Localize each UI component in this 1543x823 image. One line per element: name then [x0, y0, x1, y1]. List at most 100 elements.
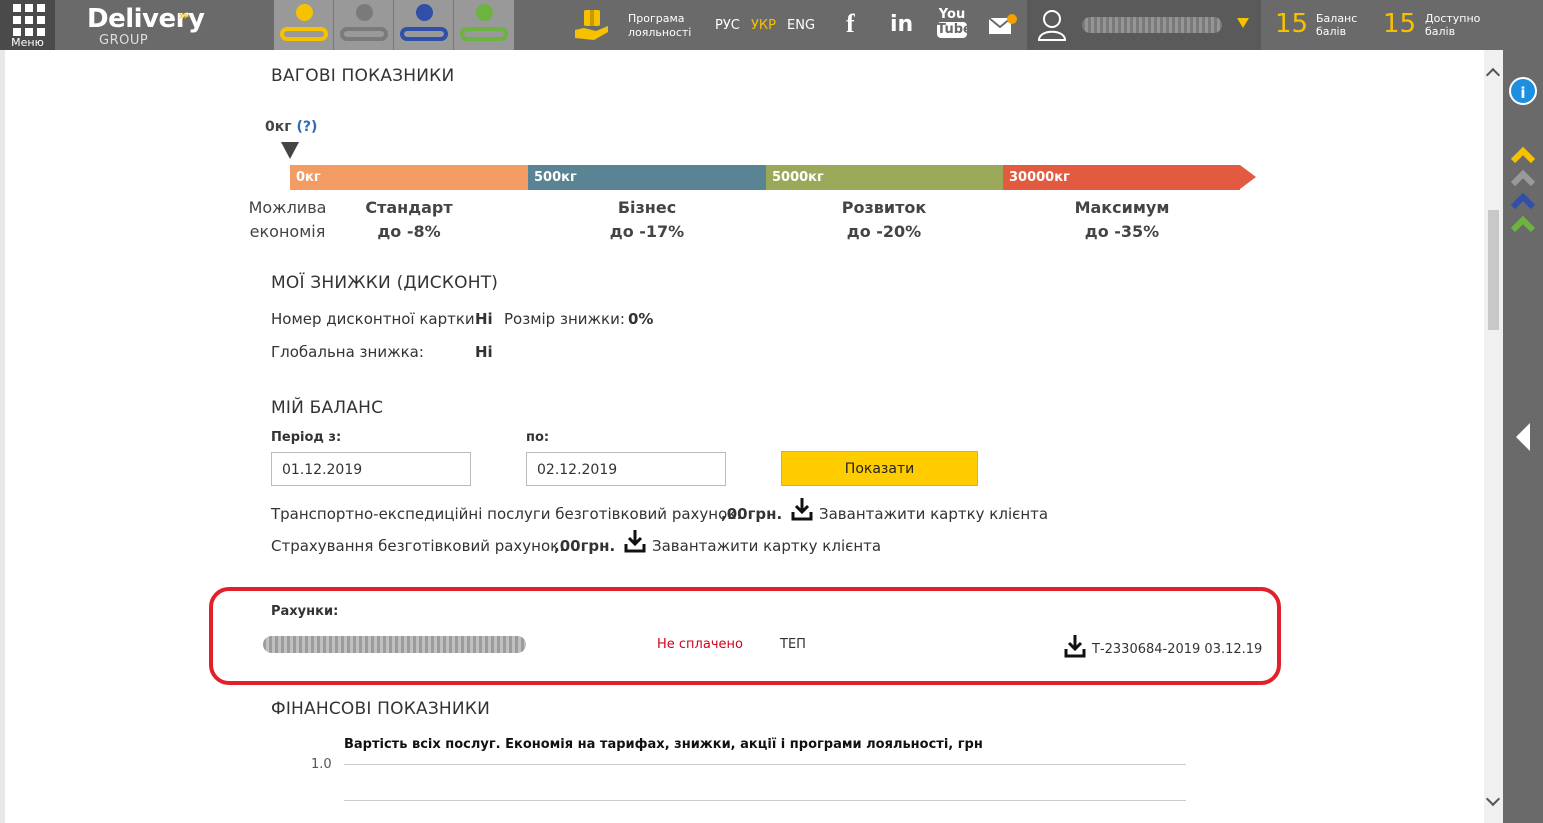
global-discount-label: Глобальна знижка: [271, 343, 424, 361]
current-weight: 0кг (?) [265, 119, 317, 135]
menu-label: Меню [11, 36, 44, 49]
show-button[interactable]: Показати [781, 451, 978, 486]
facebook-icon[interactable]: f [846, 9, 855, 39]
current-weight-value: 0кг [265, 119, 292, 135]
top-bar: Меню Delivery ››› GROUP Програма лояльно… [0, 0, 1543, 50]
tier-savings: Можлива економія [245, 196, 330, 244]
loyalty-program-link[interactable]: Програма лояльності [628, 12, 691, 40]
level-green-icon[interactable] [454, 0, 514, 50]
page-scrollbar[interactable] [1484, 50, 1503, 823]
tier-maximum: Максимум до -35% [1062, 196, 1182, 244]
period-from-input[interactable]: 01.12.2019 [271, 452, 471, 486]
level-blue-chevron-icon[interactable] [1511, 193, 1535, 209]
card-number-label: Номер дисконтної картки: [271, 310, 480, 328]
tier-standard-value: до -8% [377, 222, 441, 241]
page-root: Меню Delivery ››› GROUP Програма лояльно… [0, 0, 1543, 823]
level-blue-icon[interactable] [394, 0, 454, 50]
finance-title: ФІНАНСОВІ ПОКАЗНИКИ [271, 699, 491, 719]
user-avatar-icon [1037, 10, 1067, 41]
side-panel: i [1503, 50, 1543, 823]
balance-label-2: балів [1316, 25, 1347, 38]
insurance-account-label: Страхування безготівковий рахунок: [271, 537, 565, 555]
card-number-value: Ні [475, 310, 493, 328]
lang-en[interactable]: ENG [787, 18, 815, 33]
invoice-download-icon[interactable] [1064, 634, 1086, 658]
level-yellow-chevron-icon[interactable] [1511, 147, 1535, 163]
loyalty-line-1: Програма [628, 12, 685, 25]
weight-bar-arrow [1240, 165, 1256, 189]
period-from-label: Період з: [271, 430, 342, 445]
menu-button[interactable]: Меню [0, 0, 55, 50]
menu-grid-icon [13, 4, 45, 36]
finance-chart-title: Вартість всіх послуг. Економія на тарифа… [344, 737, 983, 752]
invoice-document-link[interactable]: Т-2330684-2019 03.12.19 [1092, 642, 1262, 657]
linkedin-icon[interactable]: in [890, 12, 913, 37]
download-client-card-link-1[interactable]: Завантажити картку клієнта [819, 505, 1048, 523]
download-icon[interactable] [624, 529, 646, 553]
invoice-number-redacted [263, 636, 526, 653]
weight-segment-5000: 5000кг [766, 165, 1003, 190]
collapse-panel-icon[interactable] [1516, 423, 1530, 451]
weight-segment-500: 500кг [528, 165, 766, 190]
weight-marker-icon [281, 142, 299, 159]
available-points: 15 [1383, 9, 1417, 39]
loyalty-levels[interactable] [274, 0, 514, 50]
insurance-account-value: ,00грн. [554, 537, 616, 555]
weights-title: ВАГОВІ ПОКАЗНИКИ [271, 66, 455, 86]
loyalty-line-2: лояльності [628, 26, 692, 39]
tier-development-value: до -20% [846, 222, 922, 241]
level-green-chevron-icon[interactable] [1511, 216, 1535, 232]
lang-uk[interactable]: УКР [751, 18, 776, 33]
user-menu[interactable] [1027, 0, 1261, 50]
period-to-input[interactable]: 02.12.2019 [526, 452, 726, 486]
download-icon[interactable] [791, 497, 813, 521]
download-client-card-link-2[interactable]: Завантажити картку клієнта [652, 537, 881, 555]
logo-chevrons-icon: ››› [178, 8, 189, 24]
tier-savings-name: Можлива [248, 198, 327, 217]
youtube-text-1: You [938, 7, 966, 22]
loyalty-hand-icon[interactable] [574, 8, 610, 42]
period-to-label: по: [526, 430, 550, 445]
invoice-type: ТЕП [780, 637, 806, 652]
user-dropdown-icon[interactable] [1237, 18, 1249, 28]
available-label: Доступно балів [1425, 12, 1480, 38]
level-grey-chevron-icon[interactable] [1511, 170, 1535, 186]
invoices-title: Рахунки: [271, 604, 339, 619]
left-edge [0, 50, 5, 823]
chart-grid-line [344, 800, 1186, 801]
scroll-up-icon[interactable] [1485, 67, 1501, 83]
weight-segment-30000: 30000кг [1003, 165, 1240, 190]
balance-label-1: Баланс [1316, 12, 1358, 25]
tier-standard: Стандарт до -8% [349, 196, 469, 244]
tier-business: Бізнес до -17% [587, 196, 707, 244]
global-discount-value: Ні [475, 343, 493, 361]
available-label-1: Доступно [1425, 12, 1481, 25]
tier-standard-name: Стандарт [365, 198, 453, 217]
lang-ru[interactable]: РУС [715, 18, 740, 33]
available-label-2: балів [1425, 25, 1456, 38]
user-name-redacted [1082, 17, 1222, 33]
transport-account-value: ,00грн. [721, 505, 783, 523]
level-grey-icon[interactable] [334, 0, 394, 50]
weight-help-link[interactable]: (?) [296, 119, 317, 135]
scroll-thumb[interactable] [1488, 210, 1499, 330]
balance-label: Баланс балів [1316, 12, 1357, 38]
logo-main: Delivery [87, 4, 205, 34]
tier-savings-value: економія [249, 222, 326, 241]
tier-maximum-name: Максимум [1074, 198, 1170, 217]
tier-development-name: Розвиток [841, 198, 927, 217]
discount-size-value: 0% [628, 310, 654, 328]
logo-sub: GROUP [99, 33, 149, 48]
balance-title: МІЙ БАЛАНС [271, 398, 384, 418]
youtube-icon[interactable]: You Tube [937, 7, 972, 38]
delivery-logo[interactable]: Delivery ››› GROUP [85, 4, 205, 48]
scroll-down-icon[interactable] [1485, 791, 1501, 807]
tier-business-value: до -17% [609, 222, 685, 241]
info-icon[interactable]: i [1509, 77, 1537, 105]
tier-business-name: Бізнес [617, 198, 677, 217]
mail-icon[interactable] [988, 14, 1018, 36]
level-yellow-icon[interactable] [274, 0, 334, 50]
discounts-title: МОЇ ЗНИЖКИ (ДИСКОНТ) [271, 273, 499, 293]
youtube-text-2: Tube [937, 22, 972, 38]
transport-account-label: Транспортно-експедиційні послуги безготі… [271, 505, 742, 523]
